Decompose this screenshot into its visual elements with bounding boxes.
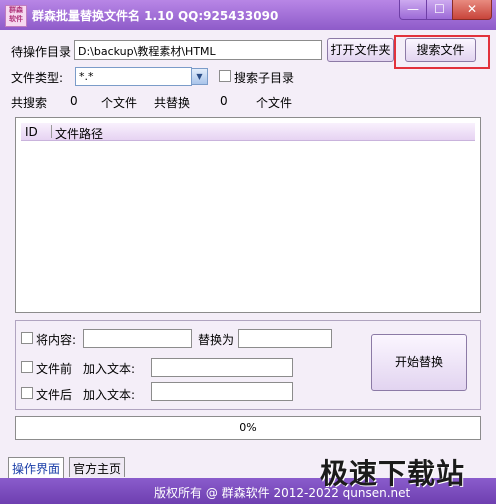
list-header: ID 文件路径 (21, 123, 475, 141)
prefix-text-input[interactable] (151, 358, 293, 377)
dir-label: 待操作目录 (11, 45, 72, 59)
search-subdir-checkbox[interactable] (219, 70, 231, 82)
files-unit-label: 个文件 (256, 96, 293, 110)
file-type-label: 文件类型: (11, 71, 64, 85)
prefix-add-label: 加入文本: (83, 362, 136, 376)
chevron-down-icon[interactable]: ▼ (191, 68, 208, 85)
total-search-count: 0 (70, 94, 78, 108)
app-window: 群森软件 群森批量替换文件名 1.10 QQ:925433090 — ☐ ✕ 待… (0, 0, 496, 504)
close-button[interactable]: ✕ (452, 0, 492, 20)
dir-input[interactable]: D:\backup\教程素材\HTML (74, 40, 322, 60)
title-bar[interactable]: 群森软件 群森批量替换文件名 1.10 QQ:925433090 — ☐ ✕ (0, 0, 496, 30)
open-folder-button[interactable]: 打开文件夹 (327, 38, 394, 62)
suffix-text-input[interactable] (151, 382, 293, 401)
search-button-highlight (394, 35, 490, 69)
start-replace-button[interactable]: 开始替换 (371, 334, 467, 391)
suffix-label: 文件后 (36, 388, 73, 402)
column-divider[interactable] (51, 125, 52, 138)
maximize-button[interactable]: ☐ (426, 0, 453, 20)
file-list[interactable]: ID 文件路径 (15, 117, 481, 313)
progress-bar: 0% (15, 416, 481, 440)
prefix-checkbox[interactable] (21, 361, 33, 373)
replace-content-checkbox[interactable] (21, 332, 33, 344)
suffix-add-label: 加入文本: (83, 388, 136, 402)
total-replace-count: 0 (220, 94, 228, 108)
replace-with-input[interactable] (238, 329, 332, 348)
watermark-text: 极速下载站 (320, 457, 466, 490)
tab-operation[interactable]: 操作界面 (8, 457, 65, 478)
suffix-checkbox[interactable] (21, 387, 33, 399)
replace-content-input[interactable] (83, 329, 192, 348)
search-subdir-label: 搜索子目录 (234, 71, 295, 85)
window-title: 群森批量替换文件名 1.10 QQ:925433090 (32, 9, 279, 23)
total-search-label: 共搜索 (11, 96, 48, 110)
files-unit-label: 个文件 (101, 96, 138, 110)
app-logo: 群森软件 (5, 5, 27, 27)
column-header-path[interactable]: 文件路径 (55, 125, 103, 142)
column-header-id[interactable]: ID (25, 125, 38, 139)
minimize-button[interactable]: — (399, 0, 427, 20)
tab-homepage[interactable]: 官方主页 (69, 457, 126, 477)
replace-with-label: 替换为 (198, 333, 235, 347)
file-type-select[interactable]: *.* (75, 67, 192, 86)
replace-content-label: 将内容: (36, 333, 77, 347)
total-replace-label: 共替换 (154, 96, 191, 110)
prefix-label: 文件前 (36, 362, 73, 376)
